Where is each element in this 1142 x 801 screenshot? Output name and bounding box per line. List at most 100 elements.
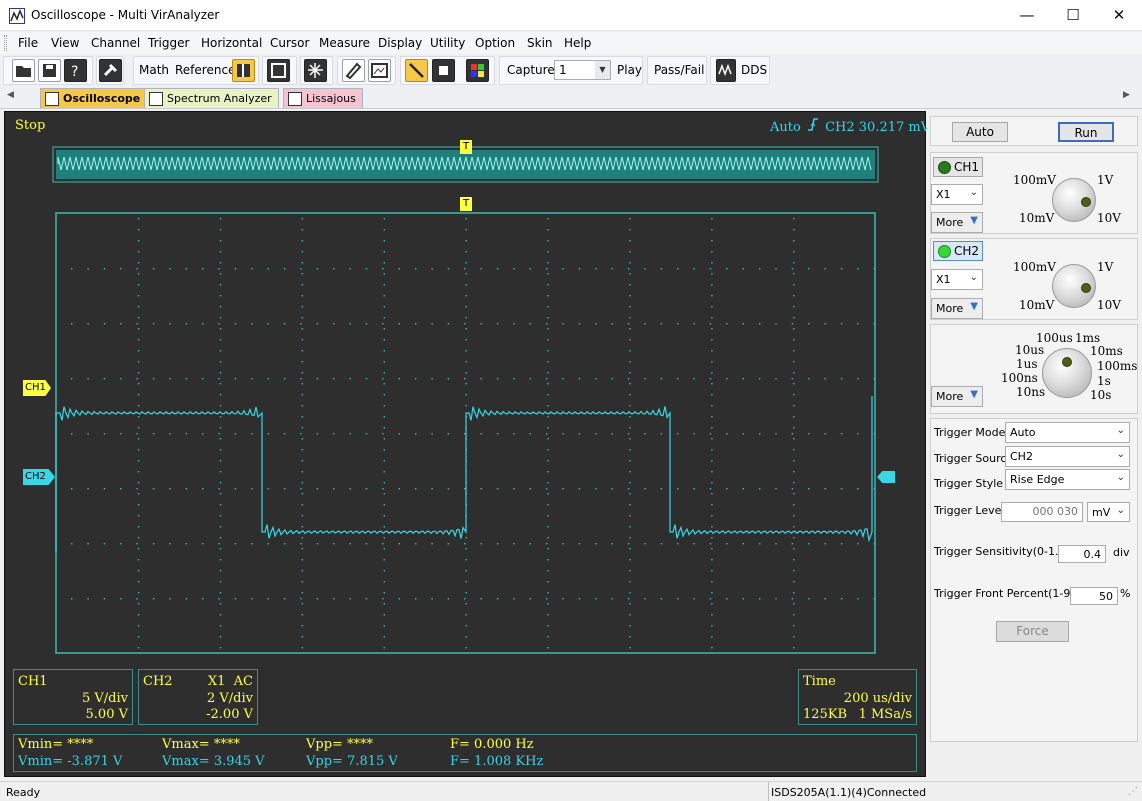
ch2-toggle[interactable]: CH2: [933, 241, 983, 261]
tab-spectrum-analyzer[interactable]: Spectrum Analyzer: [144, 88, 279, 108]
hammer-icon[interactable]: [99, 59, 122, 82]
chevron-down-icon: ⌄: [969, 187, 978, 198]
menu-trigger[interactable]: Trigger: [148, 36, 189, 50]
tab-lissajous[interactable]: Lissajous: [283, 88, 363, 108]
trigger-channel-level: CH2 30.217 mV: [825, 120, 931, 135]
menu-horizontal[interactable]: Horizontal: [201, 36, 262, 50]
ch2-vdiv: 2 V/div: [207, 691, 253, 706]
menu-measure[interactable]: Measure: [319, 36, 370, 50]
time-more-label: More: [936, 390, 964, 403]
svg-text:?: ?: [71, 64, 78, 80]
ch2-more-button[interactable]: More ▼: [931, 298, 983, 319]
open-folder-icon[interactable]: [12, 59, 35, 82]
stop-icon[interactable]: [432, 59, 455, 82]
menu-skin[interactable]: Skin: [527, 36, 553, 50]
ch1-vdiv-knob[interactable]: [1052, 178, 1096, 222]
ch2-probe-value: X1: [936, 273, 951, 286]
fullscreen-icon[interactable]: [267, 59, 290, 82]
trigger-style-label: Trigger Style: [934, 477, 1004, 490]
force-trigger-button[interactable]: Force: [996, 621, 1069, 642]
ch2-vdiv-knob[interactable]: [1052, 264, 1096, 308]
ch2-level-marker[interactable]: CH2: [23, 469, 55, 485]
resize-grip-icon[interactable]: ⋰: [1128, 786, 1138, 797]
timebase-label-100ns: 100ns: [1001, 371, 1038, 385]
ch2-probe-select[interactable]: X1 ⌄: [931, 269, 983, 290]
overview-trigger-marker[interactable]: T: [460, 140, 472, 154]
trigger-position-marker[interactable]: T: [460, 197, 472, 211]
ch2-vmin: Vmin= -3.871 V: [18, 754, 123, 769]
memory-depth: 125KB: [803, 707, 848, 722]
time-more-button[interactable]: More ▼: [931, 386, 983, 407]
autoset-icon[interactable]: [304, 59, 327, 82]
timebase-label-10ms: 10ms: [1090, 344, 1123, 358]
timebase-label-100ms: 100ms: [1097, 359, 1138, 373]
pen-icon[interactable]: [342, 59, 365, 82]
save-icon[interactable]: [38, 59, 61, 82]
device-connection-status: ISDS205A(1.1)(4)Connected: [771, 786, 927, 799]
ch2-knob-label-10mv: 10mV: [1019, 298, 1055, 312]
close-button[interactable]: ✕: [1096, 0, 1142, 31]
knob-indicator: [1062, 357, 1072, 367]
reference-button[interactable]: Reference: [175, 63, 235, 77]
ch1-vdiv: 5 V/div: [82, 691, 128, 706]
menu-option[interactable]: Option: [475, 36, 515, 50]
capture-count-select[interactable]: 1 ▼: [554, 60, 611, 80]
auto-button[interactable]: Auto: [952, 122, 1008, 142]
tab-scroll-right-icon[interactable]: ▶: [1123, 90, 1130, 100]
chevron-down-icon[interactable]: ▼: [595, 61, 610, 79]
ch2-more-label: More: [936, 302, 964, 315]
cursor-mode-icon[interactable]: [232, 59, 255, 82]
menu-help[interactable]: Help: [564, 36, 591, 50]
menu-display[interactable]: Display: [378, 36, 422, 50]
trigger-level-unit-value: mV: [1092, 506, 1111, 519]
timebase-label-1ms: 1ms: [1075, 331, 1101, 345]
menu-cursor[interactable]: Cursor: [270, 36, 309, 50]
minimize-button[interactable]: —: [1004, 0, 1050, 31]
timebase-label-10s: 10s: [1090, 388, 1112, 402]
math-button[interactable]: Math: [139, 63, 169, 77]
capture-count-value: 1: [559, 63, 567, 77]
status-divider: [768, 782, 769, 801]
trigger-mode-select[interactable]: Auto ⌄: [1005, 422, 1130, 443]
menu-view[interactable]: View: [51, 36, 79, 50]
ch1-toggle[interactable]: CH1: [933, 157, 983, 177]
chevron-down-icon: ⌄: [1116, 425, 1125, 436]
scope-display[interactable]: T T CH1 CH2 CH1 5 V/div 5.00 V CH2 X1 AC…: [4, 111, 926, 777]
ch1-knob-label-1v: 1V: [1097, 173, 1114, 187]
dds-icon[interactable]: [716, 59, 736, 82]
ch2-freq: F= 1.008 KHz: [450, 754, 544, 769]
trigger-level-unit-select[interactable]: mV ⌄: [1087, 502, 1130, 522]
trigger-level-label: Trigger Level: [934, 504, 1005, 517]
trigger-front-input[interactable]: 50: [1070, 587, 1118, 605]
ch1-more-button[interactable]: More ▼: [931, 212, 983, 233]
menu-channel[interactable]: Channel: [91, 36, 140, 50]
time-info-name: Time: [803, 674, 836, 689]
trigger-source-select[interactable]: CH2 ⌄: [1005, 446, 1130, 467]
tab-oscilloscope[interactable]: Oscilloscope: [40, 88, 148, 108]
screenshot-icon[interactable]: [368, 59, 391, 82]
ch1-info-name: CH1: [18, 674, 48, 689]
trigger-sensitivity-input[interactable]: 0.4: [1058, 545, 1106, 563]
window-title: Oscilloscope - Multi VirAnalyzer: [31, 8, 220, 22]
tab-scroll-left-icon[interactable]: ◀: [7, 90, 14, 100]
trigger-style-select[interactable]: Rise Edge ⌄: [1005, 469, 1130, 490]
chevron-down-icon: ⌄: [969, 272, 978, 283]
play-button[interactable]: Play: [617, 63, 642, 77]
menu-file[interactable]: File: [18, 36, 38, 50]
color-palette-icon[interactable]: [466, 59, 489, 82]
graticule-dots: [71, 218, 875, 649]
timebase-knob[interactable]: [1042, 348, 1092, 398]
single-trigger-icon[interactable]: [405, 59, 428, 82]
passfail-button[interactable]: Pass/Fail: [654, 63, 704, 77]
chevron-down-icon: ⌄: [1116, 449, 1125, 460]
maximize-button[interactable]: ☐: [1050, 0, 1096, 31]
trigger-level-input[interactable]: 000 030: [1001, 502, 1083, 522]
help-icon[interactable]: ?: [64, 59, 87, 82]
ch1-freq: F= 0.000 Hz: [450, 737, 534, 752]
ch1-level-marker[interactable]: CH1: [23, 380, 51, 396]
run-button[interactable]: Run: [1058, 122, 1114, 142]
ch1-probe-select[interactable]: X1 ⌄: [931, 184, 983, 205]
menu-utility[interactable]: Utility: [430, 36, 465, 50]
ch2-knob-label-1v: 1V: [1097, 260, 1114, 274]
dds-button[interactable]: DDS: [741, 63, 767, 77]
